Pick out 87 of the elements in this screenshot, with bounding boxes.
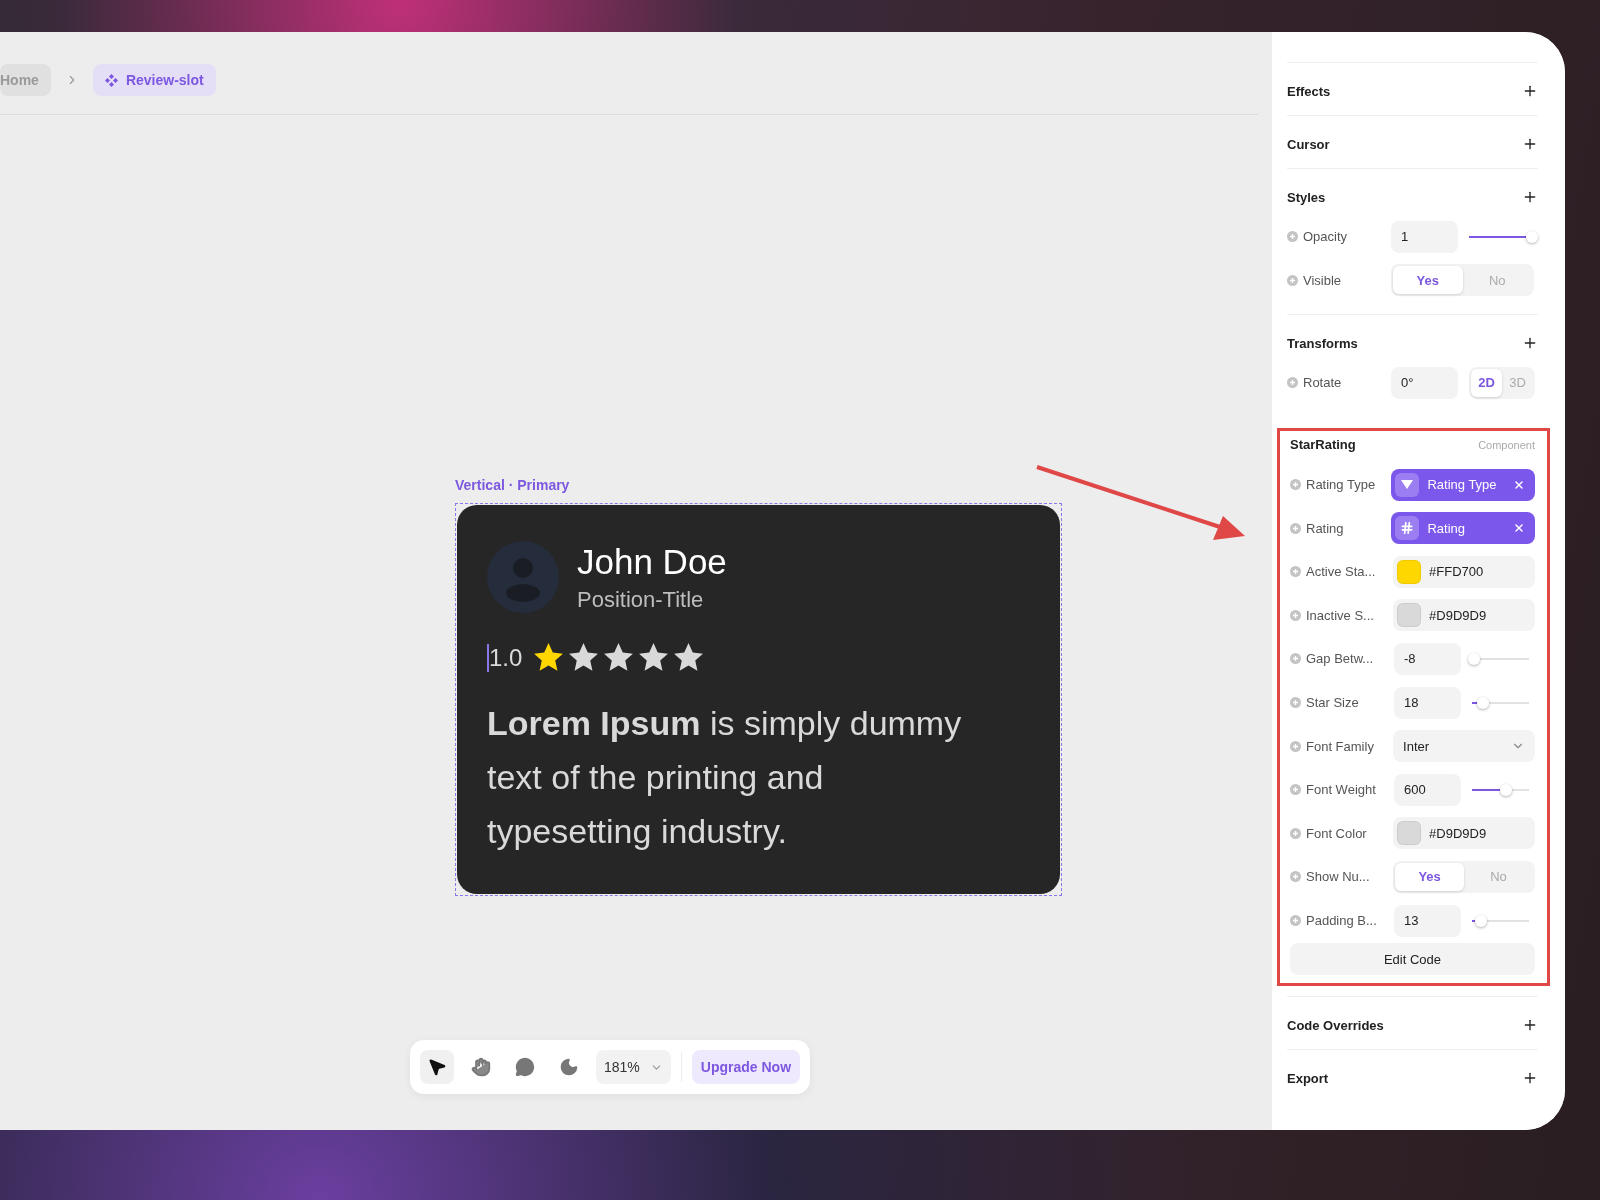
font-select[interactable]: Inter (1393, 730, 1535, 763)
upgrade-button[interactable]: Upgrade Now (691, 1050, 801, 1084)
number-input[interactable]: 13 (1394, 904, 1461, 937)
plus-circle-icon[interactable] (1290, 609, 1301, 621)
variable-name: Rating (1427, 520, 1466, 536)
plus-icon (1522, 83, 1538, 99)
zoom-select[interactable]: 181% (596, 1050, 671, 1084)
reviewer-title: Position-Title (577, 587, 705, 613)
section-title: Cursor (1287, 136, 1330, 152)
section-title: Code Overrides (1287, 1017, 1384, 1033)
color-value: #D9D9D9 (1429, 825, 1487, 841)
plus-icon (1522, 189, 1538, 205)
hash-icon (1400, 521, 1415, 536)
section-title: Export (1287, 1070, 1329, 1086)
color-input[interactable]: #FFD700 (1393, 555, 1535, 588)
rating-value: 1.0 (487, 643, 527, 672)
plus-circle-icon[interactable] (1290, 871, 1301, 883)
section-title: Effects (1287, 83, 1331, 99)
variable-chip[interactable]: Rating (1391, 512, 1535, 545)
number-input[interactable]: 600 (1394, 773, 1461, 806)
plus-circle-icon[interactable] (1290, 566, 1301, 578)
plus-circle-icon[interactable] (1290, 827, 1301, 839)
property-label: Rating Type (1306, 477, 1376, 493)
plus-circle-icon[interactable] (1290, 697, 1301, 709)
pointer-icon (427, 1057, 447, 1077)
property-label: Font Family (1306, 738, 1374, 754)
property-label: Inactive S... (1306, 607, 1374, 623)
plus-icon (1522, 136, 1538, 152)
hand-icon (471, 1057, 491, 1077)
section-title: Transforms (1287, 335, 1358, 351)
number-input[interactable]: -8 (1394, 642, 1461, 675)
plus-circle-icon[interactable] (1290, 653, 1301, 665)
breadcrumb-item[interactable]: Review-slot (92, 64, 216, 96)
frame-label: Vertical · Primary (455, 477, 571, 493)
color-value: #FFD700 (1429, 564, 1484, 580)
toggle-option[interactable]: Yes (1393, 266, 1463, 295)
close-icon[interactable] (1513, 478, 1525, 491)
color-value: #D9D9D9 (1429, 607, 1487, 623)
section-title: Styles (1287, 189, 1326, 205)
moon-icon (559, 1057, 579, 1077)
property-label: Font Color (1306, 825, 1367, 841)
variable-chip[interactable]: Rating Type (1391, 468, 1535, 501)
plus-circle-icon[interactable] (1290, 915, 1301, 926)
number-input[interactable]: 0° (1391, 367, 1458, 399)
color-input[interactable]: #D9D9D9 (1393, 599, 1535, 632)
component-label: Component (1478, 438, 1535, 451)
section-title: StarRating (1290, 437, 1356, 453)
property-label: Padding B... (1306, 913, 1377, 928)
select-value: Inter (1403, 738, 1431, 754)
triangle-down-icon (1401, 480, 1414, 490)
plus-circle-icon[interactable] (1290, 740, 1301, 752)
property-label: Rating (1306, 520, 1344, 536)
close-icon[interactable] (1513, 522, 1525, 535)
property-label: Font Weight (1306, 782, 1376, 798)
slider-thumb[interactable] (1526, 230, 1538, 243)
property-label: Gap Betw... (1306, 651, 1374, 667)
property-label: Star Size (1306, 695, 1359, 711)
review-text: Lorem Ipsum is simply dummy text of the printing and typesetting industry. (487, 703, 963, 852)
toggle-option[interactable]: Yes (1395, 862, 1465, 891)
color-input[interactable]: #D9D9D9 (1393, 817, 1535, 850)
property-label: Rotate (1303, 375, 1342, 391)
variable-name: Rating Type (1427, 477, 1498, 493)
number-input[interactable]: 1 (1391, 220, 1458, 253)
add-button[interactable] (1522, 136, 1538, 152)
slider-thumb[interactable] (1468, 652, 1481, 665)
slider-thumb[interactable] (1500, 783, 1513, 796)
property-label: Visible (1303, 272, 1342, 288)
property-label: Opacity (1303, 229, 1348, 245)
chat-bubble-icon (515, 1057, 535, 1077)
plus-circle-icon[interactable] (1287, 274, 1298, 286)
add-button[interactable] (1522, 83, 1538, 99)
slider-thumb[interactable] (1477, 696, 1490, 709)
plus-circle-icon[interactable] (1290, 522, 1301, 534)
property-label: Show Nu... (1306, 869, 1370, 885)
component-icon (104, 73, 118, 87)
plus-circle-icon[interactable] (1290, 479, 1301, 491)
add-button[interactable] (1522, 189, 1538, 205)
number-input[interactable]: 18 (1394, 686, 1461, 719)
reviewer-name: John Doe (577, 541, 727, 583)
property-label: Active Sta... (1306, 564, 1376, 580)
plus-circle-icon[interactable] (1287, 231, 1298, 243)
plus-circle-icon[interactable] (1287, 377, 1298, 389)
mode-option[interactable]: 2D (1471, 369, 1502, 397)
tool-button[interactable] (420, 1050, 454, 1084)
plus-circle-icon[interactable] (1290, 784, 1301, 796)
edit-code-button[interactable]: Edit Code (1290, 943, 1535, 976)
slider-thumb[interactable] (1475, 914, 1488, 927)
